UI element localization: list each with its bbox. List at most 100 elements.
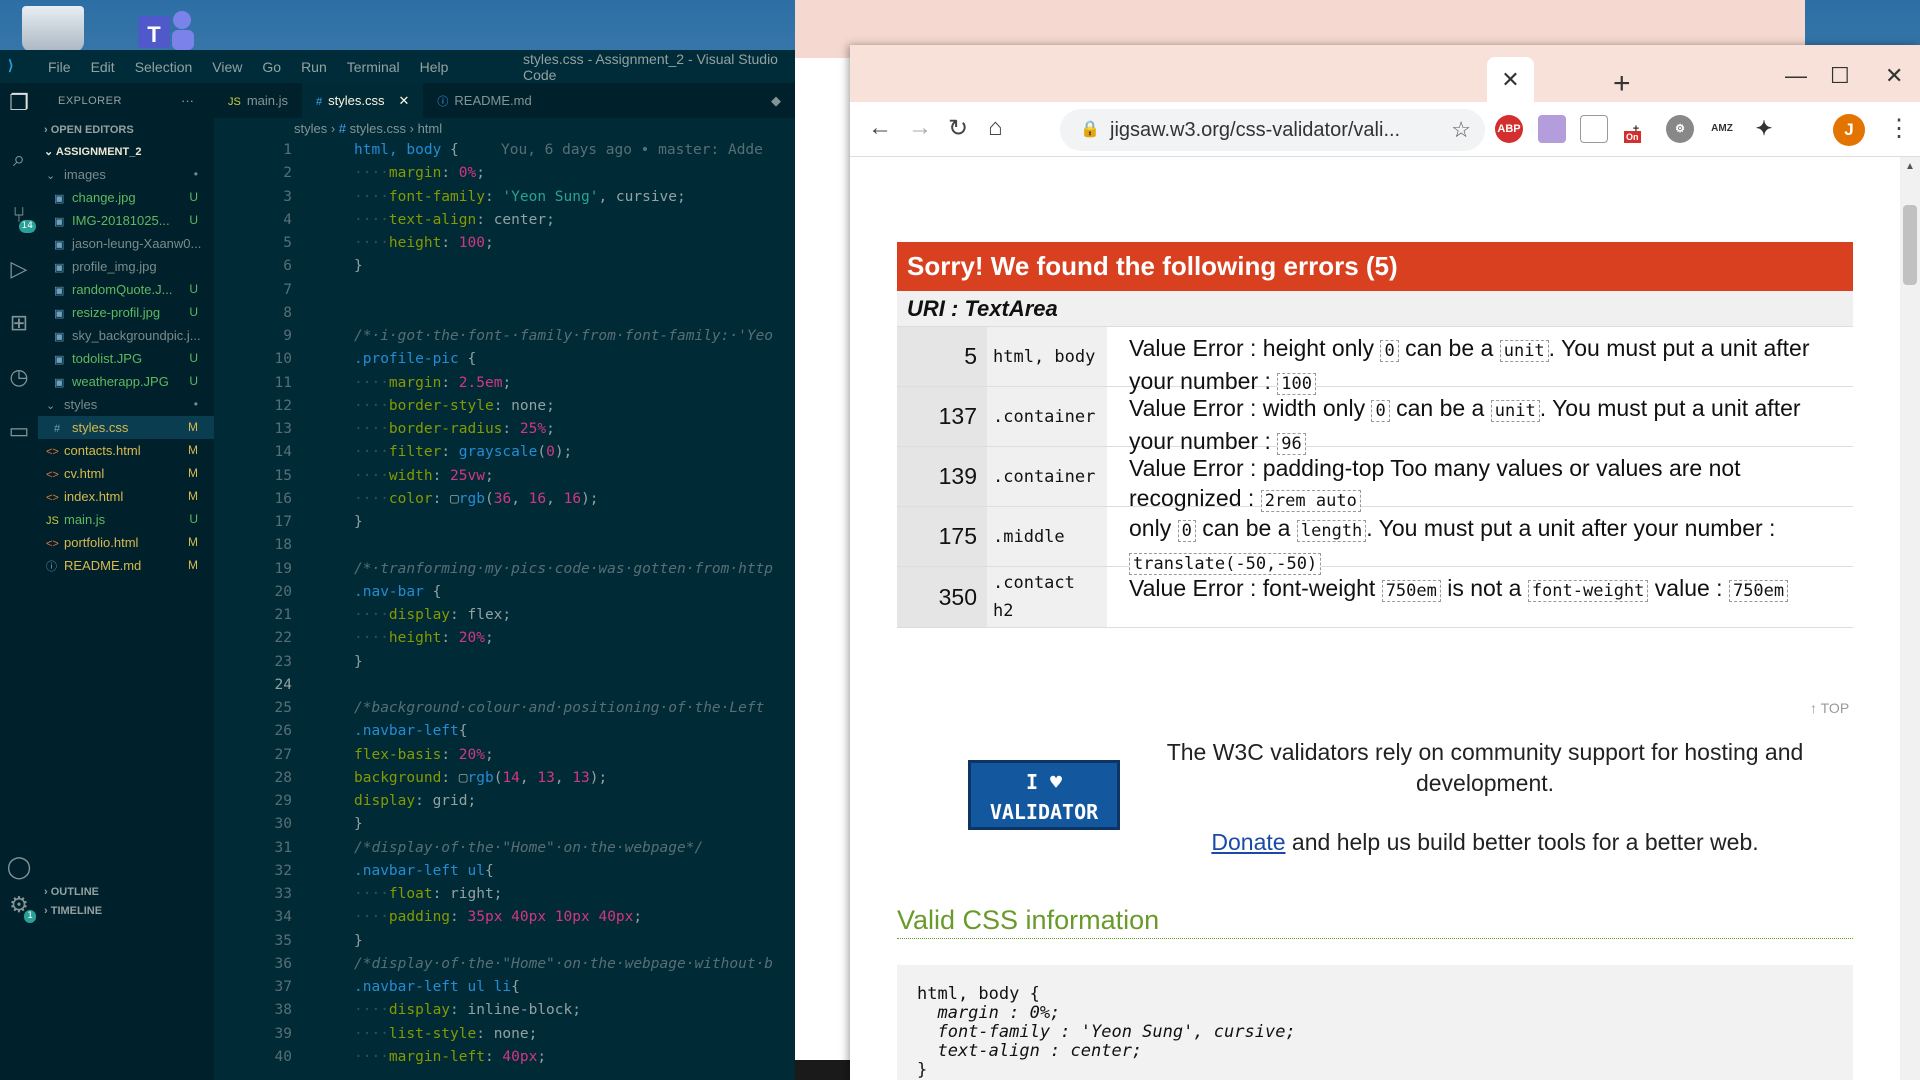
donate-link[interactable]: Donate bbox=[1211, 829, 1285, 855]
timeline-icon[interactable]: ◷ bbox=[4, 363, 34, 393]
i-love-validator-badge[interactable]: I ♥ VALIDATOR bbox=[968, 760, 1120, 830]
code-editor[interactable]: 1 html, body {2 ····margin: 0%; 3 ····font-f… bbox=[214, 140, 795, 1080]
code-line[interactable]: html, body { bbox=[354, 142, 459, 158]
code-line[interactable]: /*background·colour·and·positioning·of·t… bbox=[354, 700, 764, 716]
tab-styles-css[interactable]: # styles.css ✕ bbox=[302, 83, 424, 118]
run-debug-icon[interactable]: ▷ bbox=[4, 255, 34, 285]
code-line[interactable]: /*·tranforming·my·pics·code·was·gotten·f… bbox=[354, 561, 773, 577]
adblock-plus-icon[interactable]: ABP bbox=[1495, 115, 1523, 143]
close-window-icon[interactable]: ✕ bbox=[1885, 63, 1903, 89]
breadcrumb-symbol[interactable]: html bbox=[418, 121, 443, 136]
document-icon[interactable] bbox=[1580, 115, 1608, 143]
code-line[interactable]: ····display: flex; bbox=[354, 607, 511, 623]
code-line[interactable]: ····margin-left: 40px; bbox=[354, 1049, 546, 1065]
code-line[interactable]: ····height: 20%; bbox=[354, 630, 494, 646]
tab-readme-md[interactable]: ⓘ README.md bbox=[423, 83, 545, 118]
code-line[interactable]: ····text-align: center; bbox=[354, 212, 555, 228]
code-line[interactable]: ····display: inline-block; bbox=[354, 1002, 581, 1018]
explorer-icon[interactable]: ❐ bbox=[4, 89, 34, 119]
plus-on-extension-icon[interactable]: + On bbox=[1622, 115, 1650, 143]
tree-file[interactable]: ▣ profile_img.jpg bbox=[38, 255, 214, 278]
tab-main-js[interactable]: JS main.js bbox=[214, 83, 302, 118]
tree-file[interactable]: <> contacts.html M bbox=[38, 439, 214, 462]
remote-explorer-icon[interactable]: ▭ bbox=[4, 417, 34, 447]
teams-icon[interactable]: T bbox=[130, 4, 198, 52]
more-actions-icon[interactable]: ··· bbox=[181, 83, 194, 119]
chrome-browser-window[interactable]: ✕ + — ☐ ✕ ← → ↻ ⌂ 🔒 jigsaw.w3.org/css-va… bbox=[850, 45, 1920, 1080]
tree-folder[interactable]: ⌄ images • bbox=[38, 163, 214, 186]
extensions-puzzle-icon[interactable]: ✦ bbox=[1750, 115, 1778, 143]
git-compare-icon[interactable]: ◆ bbox=[757, 83, 795, 118]
minimize-icon[interactable]: — bbox=[1785, 63, 1807, 89]
extension-purple-icon[interactable] bbox=[1538, 115, 1566, 143]
tree-file[interactable]: ▣ change.jpg U bbox=[38, 186, 214, 209]
code-line[interactable]: } bbox=[354, 258, 363, 274]
tree-file[interactable]: ▣ IMG-20181025... U bbox=[38, 209, 214, 232]
back-arrow-icon[interactable]: ← bbox=[868, 114, 892, 142]
code-line[interactable]: ····list-style: none; bbox=[354, 1026, 537, 1042]
more-menu-icon[interactable]: ⋮ bbox=[1887, 114, 1911, 143]
settings-extension-icon[interactable]: ⚙ bbox=[1666, 115, 1694, 143]
code-line[interactable]: .navbar-left{ bbox=[354, 723, 468, 739]
code-line[interactable]: flex-basis: 20%; bbox=[354, 747, 494, 763]
tree-file[interactable]: ▣ jason-leung-Xaanw0... bbox=[38, 232, 214, 255]
page-scrollbar[interactable]: ▲ bbox=[1900, 157, 1920, 1080]
code-line[interactable]: ····float: right; bbox=[354, 886, 502, 902]
bookmark-star-icon[interactable]: ☆ bbox=[1451, 117, 1471, 143]
forward-arrow-icon[interactable]: → bbox=[908, 114, 932, 142]
tree-file[interactable]: ⓘ README.md M bbox=[38, 554, 214, 577]
tree-file[interactable]: ▣ sky_backgroundpic.j... bbox=[38, 324, 214, 347]
tree-folder[interactable]: ⌄ styles • bbox=[38, 393, 214, 416]
code-line[interactable]: .navbar-left ul{ bbox=[354, 863, 494, 879]
section-open-editors[interactable]: › OPEN EDITORS bbox=[38, 119, 214, 141]
tree-file[interactable]: ▣ weatherapp.JPG U bbox=[38, 370, 214, 393]
code-line[interactable]: ····font-family: 'Yeon Sung', cursive; bbox=[354, 189, 686, 205]
code-line[interactable]: } bbox=[354, 654, 363, 670]
tree-file[interactable]: ▣ randomQuote.J... U bbox=[38, 278, 214, 301]
menu-file[interactable]: File bbox=[38, 59, 81, 75]
amz-extension-icon[interactable]: AMZ bbox=[1708, 115, 1736, 143]
top-link[interactable]: ↑ TOP bbox=[1810, 700, 1849, 716]
code-line[interactable]: } bbox=[354, 514, 363, 530]
code-line[interactable]: /*·i·got·the·font-·family·from·font-fami… bbox=[354, 328, 773, 344]
code-line[interactable]: ····border-radius: 25%; bbox=[354, 421, 555, 437]
code-line[interactable]: .nav-bar { bbox=[354, 584, 441, 600]
scroll-up-icon[interactable]: ▲ bbox=[1905, 161, 1915, 172]
menu-selection[interactable]: Selection bbox=[125, 59, 203, 75]
maximize-icon[interactable]: ☐ bbox=[1830, 63, 1850, 89]
new-tab-button[interactable]: + bbox=[1613, 67, 1631, 101]
code-line[interactable]: .navbar-left ul li{ bbox=[354, 979, 520, 995]
tree-file[interactable]: JS main.js U bbox=[38, 508, 214, 531]
reload-icon[interactable]: ↻ bbox=[948, 114, 968, 143]
code-line[interactable]: display: grid; bbox=[354, 793, 476, 809]
code-line[interactable]: /*display·of·the·"Home"·on·the·webpage*/ bbox=[354, 840, 703, 856]
home-icon[interactable]: ⌂ bbox=[988, 114, 1003, 142]
code-line[interactable]: ····height: 100; bbox=[354, 235, 494, 251]
search-icon[interactable]: ⌕ bbox=[4, 145, 34, 175]
tree-file[interactable]: <> portfolio.html M bbox=[38, 531, 214, 554]
code-line[interactable]: background: ▢rgb(14, 13, 13); bbox=[354, 770, 607, 786]
account-icon[interactable]: ◯ bbox=[4, 853, 34, 883]
recycle-bin-icon[interactable] bbox=[22, 6, 84, 52]
tree-file[interactable]: ▣ todolist.JPG U bbox=[38, 347, 214, 370]
code-line[interactable]: ····width: 25vw; bbox=[354, 468, 494, 484]
code-line[interactable]: } bbox=[354, 933, 363, 949]
breadcrumb-styles[interactable]: styles bbox=[294, 121, 327, 136]
extensions-icon[interactable]: ⊞ bbox=[4, 309, 34, 339]
settings-gear-icon[interactable]: ⚙ 1 bbox=[4, 891, 36, 923]
address-bar[interactable]: 🔒 jigsaw.w3.org/css-validator/vali... ☆ bbox=[1060, 109, 1485, 151]
code-line[interactable]: ····border-style: none; bbox=[354, 398, 555, 414]
scroll-thumb[interactable] bbox=[1903, 205, 1917, 285]
code-line[interactable]: ····filter: grayscale(0); bbox=[354, 444, 572, 460]
tree-file[interactable]: <> cv.html M bbox=[38, 462, 214, 485]
code-line[interactable]: /*display·of·the·"Home"·on·the·webpage·w… bbox=[354, 956, 773, 972]
profile-avatar[interactable]: J bbox=[1833, 114, 1865, 146]
menu-edit[interactable]: Edit bbox=[81, 59, 125, 75]
tree-file[interactable]: # styles.css M bbox=[38, 416, 214, 439]
close-tab-icon[interactable]: ✕ bbox=[1501, 67, 1519, 92]
section-assignment-2[interactable]: ⌄ ASSIGNMENT_2 bbox=[38, 141, 214, 163]
editor-area[interactable]: JS main.js # styles.css ✕ ⓘ README.md ◆ styl… bbox=[214, 83, 795, 1080]
code-line[interactable]: ····padding: 35px 40px 10px 40px; bbox=[354, 909, 642, 925]
code-line[interactable]: ····color: ▢rgb(36, 16, 16); bbox=[354, 491, 599, 507]
section-timeline[interactable]: › TIMELINE bbox=[38, 900, 214, 922]
